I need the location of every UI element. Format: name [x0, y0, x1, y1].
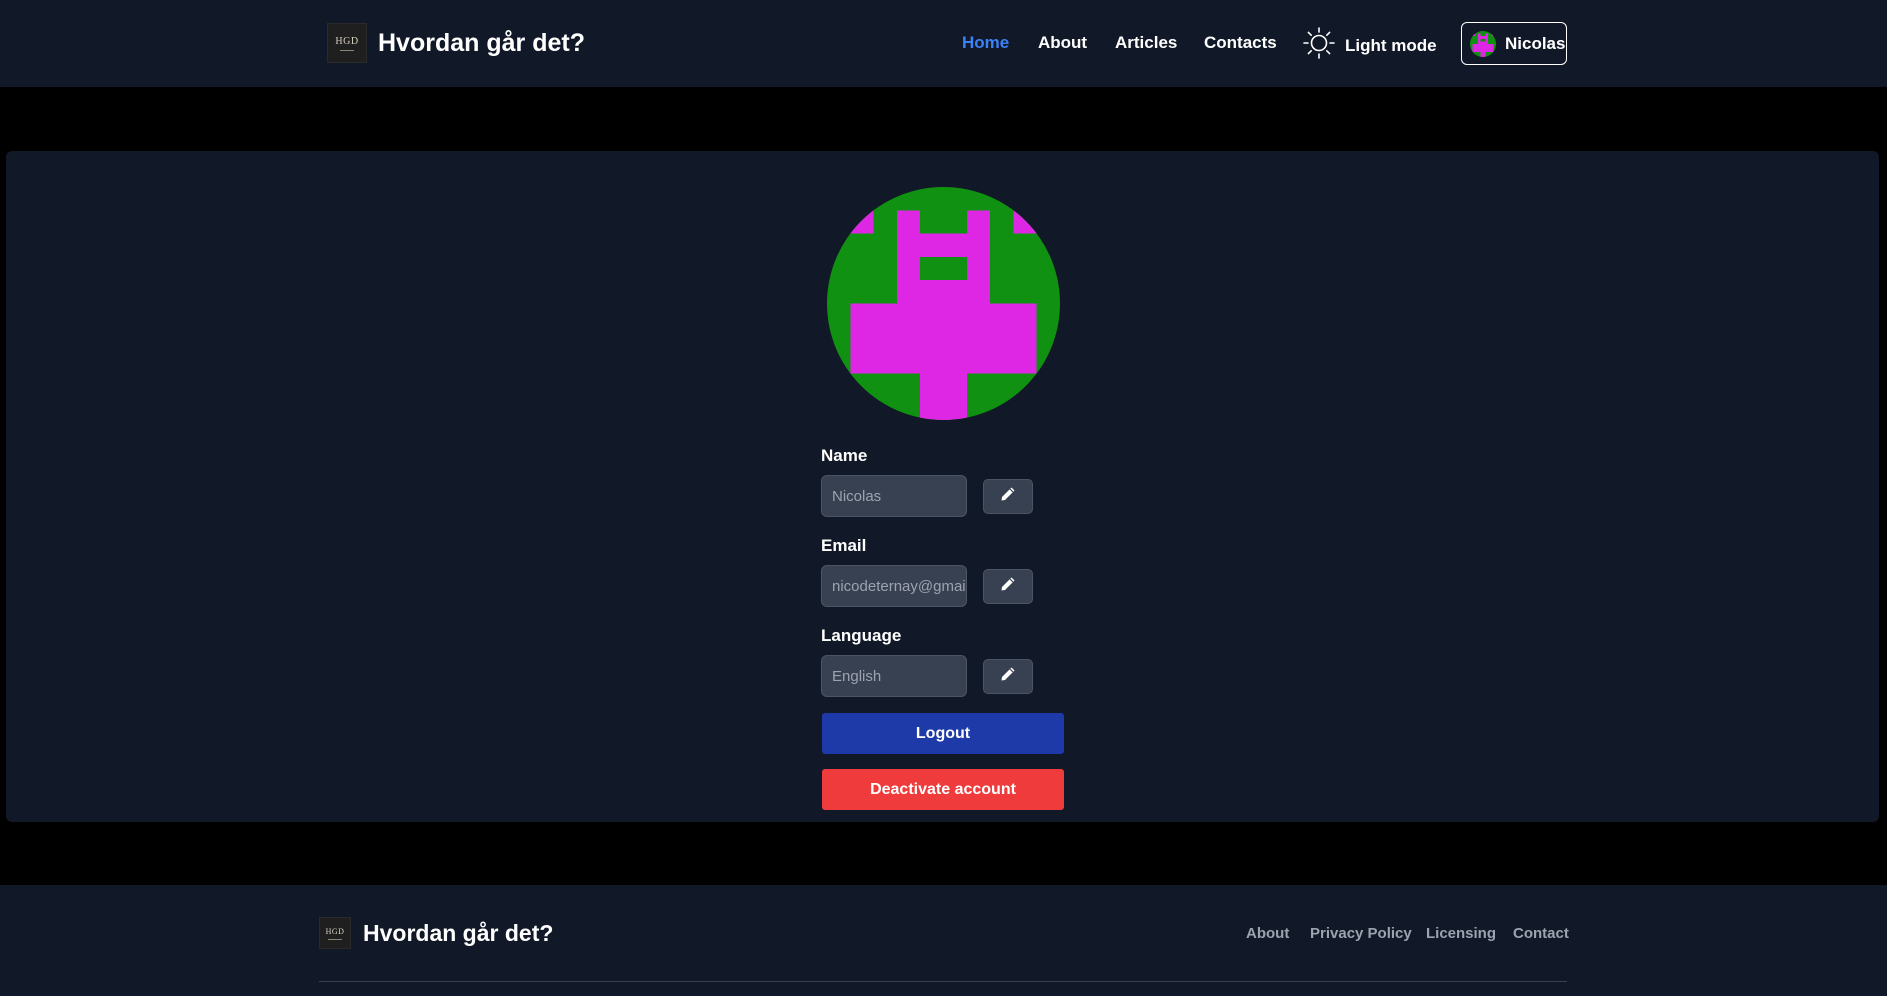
logo-text: HGD: [335, 35, 359, 47]
footer-logo: HGD: [319, 917, 351, 949]
footer-privacy-link[interactable]: Privacy Policy: [1310, 925, 1412, 942]
footer: HGD Hvordan går det? About Privacy Polic…: [0, 885, 1887, 996]
footer-brand[interactable]: HGD Hvordan går det?: [319, 917, 553, 949]
edit-email-button[interactable]: [983, 569, 1033, 604]
profile-avatar: [827, 187, 1060, 420]
footer-contact-link[interactable]: Contact: [1513, 925, 1569, 942]
language-field[interactable]: English: [821, 655, 967, 697]
name-label: Name: [821, 446, 868, 465]
pencil-icon: [1000, 576, 1016, 597]
nav-articles-link[interactable]: Articles: [1115, 33, 1177, 53]
edit-language-button[interactable]: [983, 659, 1033, 694]
footer-logo-text: HGD: [325, 926, 345, 936]
footer-divider: [319, 981, 1567, 982]
edit-name-button[interactable]: [983, 479, 1033, 514]
footer-logo-underline: [328, 938, 342, 940]
user-menu-button[interactable]: Nicolas: [1461, 22, 1567, 65]
footer-about-link[interactable]: About: [1246, 925, 1289, 942]
logout-button[interactable]: Logout: [822, 713, 1064, 754]
deactivate-account-button[interactable]: Deactivate account: [822, 769, 1064, 810]
pencil-icon: [1000, 486, 1016, 507]
top-navbar: HGD Hvordan går det? Home About Articles…: [0, 0, 1887, 87]
user-menu-name: Nicolas: [1505, 33, 1566, 53]
footer-licensing-link[interactable]: Licensing: [1426, 925, 1496, 942]
site-logo: HGD: [327, 23, 367, 63]
nav-about-link[interactable]: About: [1038, 33, 1087, 53]
logo-underline: [340, 49, 354, 51]
nav-contacts-link[interactable]: Contacts: [1204, 33, 1277, 53]
email-field[interactable]: nicodeternay@gmail.com: [821, 565, 967, 607]
nav-home-link[interactable]: Home: [962, 33, 1009, 53]
sun-icon: [1303, 26, 1335, 65]
name-field[interactable]: Nicolas: [821, 475, 967, 517]
site-title: Hvordan går det?: [378, 28, 585, 57]
pencil-icon: [1000, 666, 1016, 687]
user-avatar: [1470, 30, 1496, 57]
brand[interactable]: HGD Hvordan går det?: [327, 23, 585, 63]
email-label: Email: [821, 536, 867, 555]
theme-toggle-label: Light mode: [1345, 35, 1437, 55]
footer-site-title: Hvordan går det?: [363, 919, 554, 946]
theme-toggle-button[interactable]: Light mode: [1303, 26, 1437, 65]
language-label: Language: [821, 626, 902, 645]
